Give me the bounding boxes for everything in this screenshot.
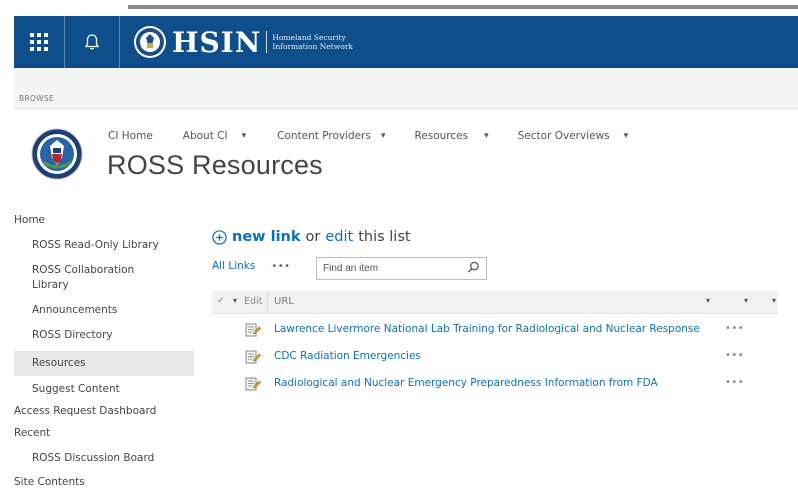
nav-collaboration-library[interactable]: ROSS Collaboration Library <box>14 261 194 302</box>
logo-divider <box>266 31 268 53</box>
nav-access-request-dashboard[interactable]: Access Request Dashboard <box>14 401 194 426</box>
nav-read-only-library[interactable]: ROSS Read-Only Library <box>14 237 194 262</box>
edit-list-link[interactable]: edit <box>325 229 353 245</box>
topnav-content-providers[interactable]: Content Providers ▾ <box>277 130 385 142</box>
list-header: ✓ ▾ Edit URL ▾ ▾ ▾ <box>212 291 778 314</box>
item-menu-button[interactable]: ••• <box>725 377 744 388</box>
search-box <box>316 257 487 280</box>
top-navigation: CI Home About CI ▾ Content Providers ▾ R… <box>108 130 628 142</box>
hsin-subtitle-line1: Homeland Security <box>272 33 346 42</box>
this-list-text: this list <box>358 229 411 245</box>
ribbon <box>14 68 798 109</box>
topnav-resources-label: Resources <box>414 130 469 142</box>
app-launcher-icon <box>30 33 48 51</box>
nav-collaboration-library-label: ROSS Collaboration Library <box>32 264 135 291</box>
topnav-sector-overviews[interactable]: Sector Overviews ▾ <box>518 130 629 142</box>
item-menu-button[interactable]: ••• <box>725 323 744 334</box>
view-selector: All Links ••• <box>212 260 291 272</box>
chevron-down-icon[interactable]: ▾ <box>706 296 710 305</box>
nav-site-contents[interactable]: Site Contents <box>14 474 194 499</box>
nav-resources[interactable]: Resources <box>14 351 194 376</box>
nav-recent: Recent <box>14 427 51 439</box>
chevron-down-icon[interactable]: ▾ <box>772 296 776 305</box>
notifications-button[interactable] <box>65 16 120 68</box>
chevron-down-icon: ▾ <box>484 131 489 141</box>
browse-tab[interactable]: BROWSE <box>19 94 54 103</box>
search-icon[interactable] <box>467 261 480 274</box>
chevron-down-icon: ▾ <box>241 131 247 141</box>
topnav-sector-overviews-label: Sector Overviews <box>517 130 610 142</box>
nav-resources-label: Resources <box>32 357 86 369</box>
link-item-icon <box>245 323 261 337</box>
topnav-ci-home[interactable]: CI Home <box>108 130 153 142</box>
table-row[interactable]: Lawrence Livermore National Lab Training… <box>212 320 778 342</box>
table-row[interactable]: CDC Radiation Emergencies ••• <box>212 347 778 369</box>
nav-suggest-content[interactable]: Suggest Content <box>14 376 194 401</box>
view-all-links[interactable]: All Links <box>212 260 255 272</box>
chevron-down-icon[interactable]: ▾ <box>744 296 748 305</box>
column-header-edit[interactable]: Edit <box>244 296 262 307</box>
page-title: ROSS Resources <box>107 150 323 180</box>
top-gray-bar <box>128 5 798 9</box>
view-more-button[interactable]: ••• <box>271 261 290 272</box>
hsin-wordmark: HSIN <box>172 25 262 59</box>
app-launcher-button[interactable] <box>14 16 65 68</box>
select-all-checkbox[interactable]: ✓ <box>217 296 225 306</box>
or-text: or <box>305 229 321 245</box>
table-row[interactable]: Radiological and Nuclear Emergency Prepa… <box>212 374 778 396</box>
hsin-logo[interactable]: HSIN Homeland Security Information Netwo… <box>134 24 353 60</box>
column-divider <box>267 291 268 313</box>
bell-icon <box>84 34 100 50</box>
nav-announcements[interactable]: Announcements <box>14 302 194 327</box>
chevron-down-icon[interactable]: ▾ <box>233 296 237 305</box>
search-input[interactable] <box>323 261 458 275</box>
item-menu-button[interactable]: ••• <box>725 350 744 361</box>
topnav-about-ci-label: About CI <box>182 130 228 142</box>
plus-circle-icon[interactable] <box>212 229 227 245</box>
column-header-url[interactable]: URL <box>274 296 294 307</box>
site-logo-icon[interactable] <box>31 128 83 180</box>
nav-directory[interactable]: ROSS Directory <box>14 327 194 352</box>
new-link-button[interactable]: new link <box>232 229 301 245</box>
hsin-subtitle-line2: Information Network <box>272 42 353 51</box>
topnav-ci-home-label: CI Home <box>108 130 153 142</box>
item-link[interactable]: CDC Radiation Emergencies <box>274 350 421 362</box>
chevron-down-icon: ▾ <box>623 131 629 141</box>
item-link[interactable]: Lawrence Livermore National Lab Training… <box>274 323 700 335</box>
topnav-about-ci[interactable]: About CI ▾ <box>183 130 246 142</box>
hsin-subtitle: Homeland Security Information Network <box>272 33 352 51</box>
suite-bar: HSIN Homeland Security Information Netwo… <box>14 16 798 68</box>
nav-discussion-board[interactable]: ROSS Discussion Board <box>14 450 194 475</box>
list-actions: new link or edit this list <box>212 229 411 245</box>
link-item-icon <box>245 377 261 391</box>
dhs-seal-icon <box>134 26 166 58</box>
chevron-down-icon: ▾ <box>380 131 386 141</box>
quick-launch: Home ROSS Read-Only Library ROSS Collabo… <box>14 212 194 499</box>
topnav-content-providers-label: Content Providers <box>277 130 371 142</box>
link-item-icon <box>245 350 261 364</box>
nav-home[interactable]: Home <box>14 212 194 237</box>
item-link[interactable]: Radiological and Nuclear Emergency Prepa… <box>274 377 658 389</box>
topnav-resources[interactable]: Resources ▾ <box>414 130 488 142</box>
